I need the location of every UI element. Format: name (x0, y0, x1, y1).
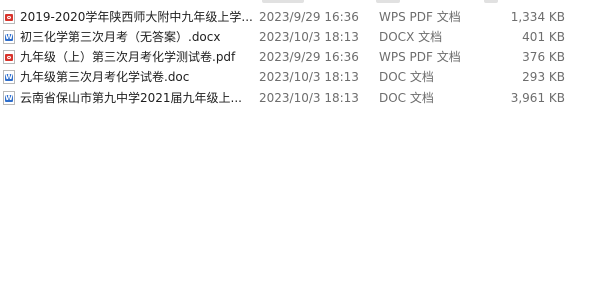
file-row[interactable]: 九年级（上）第三次月考化学测试卷.pdf 2023/9/29 16:36 WPS… (0, 47, 595, 67)
word-file-icon (3, 70, 15, 84)
file-row[interactable]: 九年级第三次月考化学试卷.doc 2023/10/3 18:13 DOC 文档 … (0, 67, 595, 87)
file-name: 云南省保山市第九中学2021届九年级上... (20, 91, 242, 105)
file-date: 2023/10/3 18:13 (259, 91, 359, 105)
file-name: 2019-2020学年陕西师大附中九年级上学... (20, 10, 253, 24)
pdf-file-icon (3, 10, 15, 24)
word-file-icon (3, 30, 15, 44)
file-name: 九年级（上）第三次月考化学测试卷.pdf (20, 50, 236, 64)
file-type: WPS PDF 文档 (379, 50, 461, 64)
file-size: 1,334 KB (510, 10, 565, 24)
file-name: 九年级第三次月考化学试卷.doc (20, 70, 190, 84)
file-type: DOC 文档 (379, 70, 434, 84)
file-size: 376 KB (522, 50, 565, 64)
file-row[interactable]: 2019-2020学年陕西师大附中九年级上学... 2023/9/29 16:3… (0, 7, 595, 27)
file-size: 401 KB (522, 30, 565, 44)
file-size: 3,961 KB (510, 91, 565, 105)
file-row[interactable]: 初三化学第三次月考（无答案）.docx 2023/10/3 18:13 DOCX… (0, 27, 595, 47)
file-name: 初三化学第三次月考（无答案）.docx (20, 30, 221, 44)
file-type: WPS PDF 文档 (379, 10, 461, 24)
file-list: 2019-2020学年陕西师大附中九年级上学... 2023/9/29 16:3… (0, 0, 595, 299)
word-file-icon (3, 91, 15, 105)
column-header-remnant (0, 0, 595, 4)
file-date: 2023/10/3 18:13 (259, 70, 359, 84)
pdf-file-icon (3, 50, 15, 64)
file-size: 293 KB (522, 70, 565, 84)
file-row[interactable]: 云南省保山市第九中学2021届九年级上... 2023/10/3 18:13 D… (0, 88, 595, 108)
file-type: DOCX 文档 (379, 30, 443, 44)
file-date: 2023/9/29 16:36 (259, 10, 359, 24)
file-date: 2023/9/29 16:36 (259, 50, 359, 64)
file-date: 2023/10/3 18:13 (259, 30, 359, 44)
file-type: DOC 文档 (379, 91, 434, 105)
